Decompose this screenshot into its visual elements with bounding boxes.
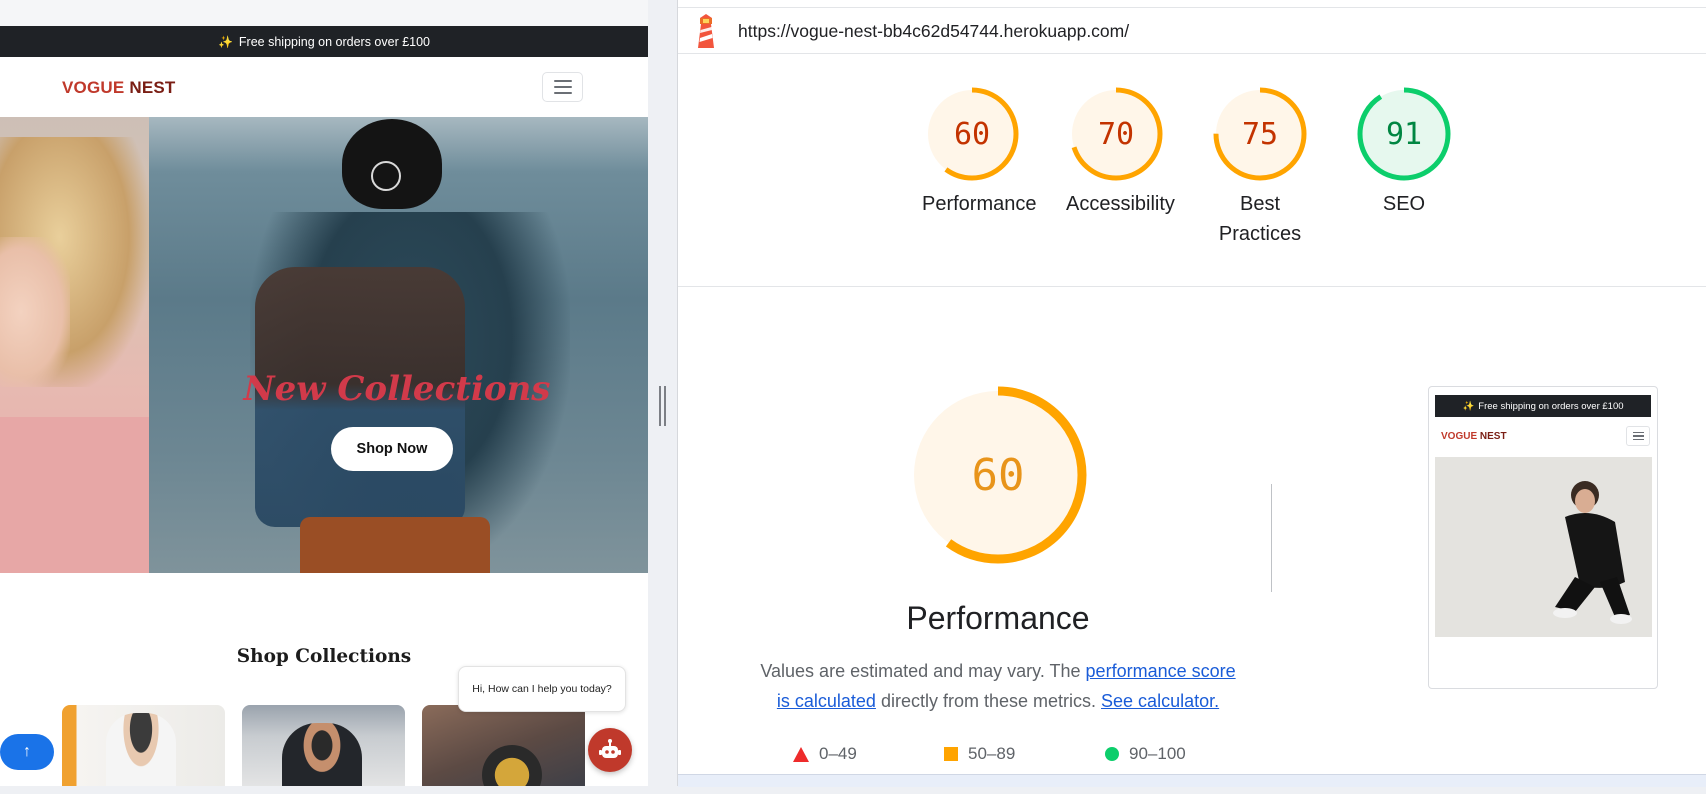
resize-handle[interactable] (659, 386, 667, 426)
hamburger-icon (1626, 426, 1650, 446)
legend-average: 50–89 (944, 744, 1015, 764)
report-url[interactable]: https://vogue-nest-bb4c62d54744.herokuap… (738, 21, 1129, 42)
announcement-text: Free shipping on orders over £100 (238, 34, 431, 49)
collection-card-accessories[interactable] (422, 705, 585, 786)
chatbot-button[interactable] (588, 728, 632, 772)
legend-pass: 90–100 (1105, 744, 1186, 764)
robot-icon (599, 739, 621, 758)
collection-card-men[interactable] (242, 705, 405, 786)
preview-top-strip (0, 0, 648, 26)
score-label: SEO (1382, 193, 1426, 215)
hamburger-icon (553, 80, 572, 82)
model-figure (1553, 481, 1632, 624)
bottom-toolbar (678, 774, 1706, 787)
site-preview: ✨ Free shipping on orders over £100 VOGU… (0, 0, 648, 786)
hero-banner: New Collections Shop Now (0, 117, 648, 573)
score-label: Performance (922, 193, 1037, 215)
final-screenshot[interactable]: ✨ Free shipping on orders over £100 VOGU… (1428, 386, 1658, 689)
menu-toggle-button[interactable] (542, 72, 583, 102)
vertical-separator (1271, 484, 1272, 592)
score-label: Best Practices (1218, 193, 1302, 245)
site-logo[interactable]: VOGUE NEST (62, 78, 175, 98)
score-gauge-best-practices[interactable]: 75 Best Practices (1210, 84, 1310, 249)
circle-icon (1105, 747, 1119, 761)
hero-title: New Collections (243, 369, 551, 409)
screenshot-announcement: ✨ Free shipping on orders over £100 (1435, 395, 1651, 417)
score-value: 70 (1097, 116, 1135, 152)
announcement-bar: ✨ Free shipping on orders over £100 (0, 26, 648, 57)
lighthouse-report: https://vogue-nest-bb4c62d54744.herokuap… (677, 0, 1706, 787)
score-value: 60 (953, 116, 991, 152)
score-gauge-accessibility[interactable]: 70 Accessibility (1066, 84, 1175, 219)
collection-card-women[interactable] (62, 705, 225, 786)
score-value: 75 (1241, 116, 1279, 152)
performance-description: Values are estimated and may vary. The p… (760, 661, 1236, 711)
performance-title: Performance (906, 600, 1090, 636)
section-divider (678, 286, 1706, 287)
lighthouse-icon (698, 14, 714, 48)
square-icon (944, 747, 958, 761)
performance-big-score: 60 (971, 449, 1025, 501)
sparkle-icon: ✨ (1462, 400, 1475, 412)
logo-vogue: VOGUE (62, 78, 125, 97)
legend-fail: 0–49 (793, 744, 857, 764)
screenshot-hero-image (1435, 457, 1652, 637)
triangle-icon (793, 746, 809, 762)
score-label: Accessibility (1066, 193, 1175, 215)
shop-now-button[interactable]: Shop Now (331, 427, 453, 471)
screenshot-logo: VOGUE NEST (1441, 431, 1507, 442)
arrow-up-icon: ↑ (23, 743, 31, 760)
score-value: 91 (1385, 116, 1423, 152)
score-gauge-performance[interactable]: 60 Performance (922, 84, 1037, 219)
see-calculator-link[interactable]: See calculator. (1101, 691, 1219, 711)
logo-nest: NEST (129, 78, 176, 97)
chat-greeting-bubble: Hi, How can I help you today? (458, 666, 626, 712)
section-title: Shop Collections (236, 646, 412, 667)
sparkle-icon: ✨ (217, 34, 233, 49)
back-to-top-button[interactable]: ↑ (0, 734, 54, 770)
report-url-bar: https://vogue-nest-bb4c62d54744.herokuap… (678, 7, 1706, 54)
score-gauge-seo[interactable]: 91 SEO (1354, 84, 1454, 219)
